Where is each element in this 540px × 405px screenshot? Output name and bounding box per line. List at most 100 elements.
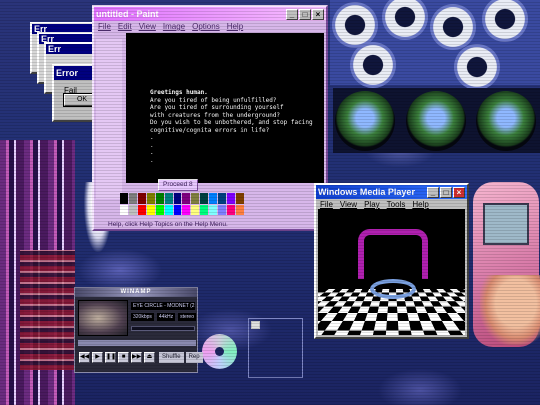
video-display[interactable] — [318, 209, 465, 335]
shuffle-button[interactable]: Shuffle — [159, 352, 184, 363]
media-player-titlebar: Windows Media Player _ □ × — [316, 185, 467, 199]
bitrate-display: 320kbps — [131, 313, 154, 321]
terminal-line: with creatures from the underground? — [150, 111, 281, 119]
orb-thumbnail — [335, 91, 395, 151]
error-title: Error — [56, 68, 79, 78]
palette-swatch[interactable] — [218, 193, 227, 204]
media-player-window: Windows Media Player _ □ × File View Pla… — [314, 183, 469, 339]
terminal-line: Are you tired of being unfulfilled? — [150, 96, 277, 104]
minimize-icon[interactable]: _ — [286, 8, 298, 20]
paint-toolbox[interactable] — [96, 39, 122, 199]
paint-status-bar: Help, click Help Topics on the Help Menu… — [108, 221, 228, 228]
menu-image[interactable]: Image — [163, 22, 185, 31]
minimize-icon[interactable]: _ — [427, 186, 439, 198]
menu-play[interactable]: Play — [364, 200, 380, 209]
palette-swatch[interactable] — [164, 193, 173, 204]
previous-icon[interactable]: ◀◀ — [79, 352, 90, 363]
palette-swatch[interactable] — [155, 193, 164, 204]
play-icon[interactable]: ▶ — [92, 352, 103, 363]
menu-view[interactable]: View — [139, 22, 156, 31]
daisy-eye-image — [382, 0, 428, 40]
eject-icon[interactable]: ⏏ — [144, 352, 155, 363]
purple-arch-image — [358, 229, 428, 279]
palette-swatch[interactable] — [200, 193, 209, 204]
error-ghost-title: Err — [48, 44, 62, 54]
palette-swatch[interactable] — [236, 193, 244, 204]
terminal-line: Are you tired of surrounding yourself — [150, 104, 284, 111]
close-icon[interactable]: × — [453, 186, 465, 198]
orb-thumbnail — [406, 91, 466, 151]
menu-options[interactable]: Options — [192, 22, 220, 31]
winamp-visualizer — [78, 300, 128, 336]
palette-swatch[interactable] — [191, 193, 200, 204]
daisy-eye-image — [482, 0, 528, 42]
media-player-title: Windows Media Player — [318, 187, 415, 197]
broken-image-placeholder — [248, 318, 303, 378]
palette-swatch[interactable] — [120, 193, 128, 204]
palette-swatch[interactable] — [137, 193, 146, 204]
palette-swatch[interactable] — [137, 204, 146, 215]
pause-icon[interactable]: ❚❚ — [105, 352, 116, 363]
seek-bar[interactable] — [131, 326, 195, 331]
daisy-eye-image — [454, 44, 500, 90]
palette-swatch[interactable] — [227, 204, 236, 215]
terminal-line: . — [150, 141, 154, 149]
cd-disc-icon[interactable] — [202, 334, 237, 369]
menu-view[interactable]: View — [340, 200, 357, 209]
terminal-line: cognitive/cognita errors in life? — [150, 126, 270, 134]
paint-canvas[interactable]: Greetings human. Are you tired of being u… — [126, 33, 324, 183]
menu-file[interactable]: File — [98, 22, 111, 31]
stop-icon[interactable]: ■ — [118, 352, 129, 363]
close-icon[interactable]: × — [312, 8, 324, 20]
next-icon[interactable]: ▶▶ — [131, 352, 142, 363]
palette-swatch[interactable] — [173, 204, 182, 215]
color-palette[interactable] — [120, 193, 244, 215]
menu-help[interactable]: Help — [227, 22, 243, 31]
maximize-icon[interactable]: □ — [440, 186, 452, 198]
volume-bar[interactable] — [78, 340, 196, 346]
winamp-titlebar[interactable]: WINAMP — [75, 288, 197, 297]
paint-title: untitled - Paint — [96, 9, 159, 19]
palette-swatch[interactable] — [146, 204, 155, 215]
hand-image — [480, 275, 540, 345]
menu-help[interactable]: Help — [412, 200, 428, 209]
orb-thumbnail-strip — [333, 88, 540, 153]
winamp-toggles: Shuffle Rep — [159, 352, 203, 363]
palette-swatch[interactable] — [209, 193, 218, 204]
palette-swatch[interactable] — [236, 204, 244, 215]
winamp-window: WINAMP EYE CIRCLE - MODNET (2:5 320kbps … — [74, 287, 203, 373]
glitch-art-overlay — [20, 250, 75, 370]
terminal-line: Greetings human. — [150, 89, 208, 96]
palette-swatch[interactable] — [120, 204, 128, 215]
palette-swatch[interactable] — [209, 204, 218, 215]
track-title-display: EYE CIRCLE - MODNET (2:5 — [131, 302, 195, 310]
menu-tools[interactable]: Tools — [387, 200, 406, 209]
paint-window: untitled - Paint _ □ × File Edit View Im… — [92, 5, 328, 231]
palette-swatch[interactable] — [182, 204, 191, 215]
menu-edit[interactable]: Edit — [118, 22, 132, 31]
phone-screen-image — [483, 203, 529, 245]
winamp-info: 320kbps 44kHz stereo — [131, 313, 196, 321]
repeat-button[interactable]: Rep — [185, 352, 203, 363]
proceed-button[interactable]: Proceed 8 — [158, 179, 198, 191]
palette-swatch[interactable] — [227, 193, 236, 204]
palette-swatch[interactable] — [200, 204, 209, 215]
palette-swatch[interactable] — [182, 193, 191, 204]
daisy-eye-image — [430, 4, 476, 50]
palette-swatch[interactable] — [146, 193, 155, 204]
daisy-eye-image — [350, 42, 396, 88]
palette-swatch[interactable] — [218, 204, 227, 215]
palette-swatch[interactable] — [155, 204, 164, 215]
palette-swatch[interactable] — [164, 204, 173, 215]
palette-swatch[interactable] — [191, 204, 200, 215]
menu-file[interactable]: File — [320, 200, 333, 209]
maximize-icon[interactable]: □ — [299, 8, 311, 20]
mode-display: stereo — [178, 313, 196, 321]
palette-swatch[interactable] — [128, 193, 137, 204]
terminal-line: Do you wish to be unbothered, and stop f… — [150, 119, 313, 126]
daisy-wallpaper-image — [330, 0, 540, 90]
palette-swatch[interactable] — [173, 193, 182, 204]
palette-swatch[interactable] — [128, 204, 137, 215]
terminal-line: . — [150, 134, 154, 141]
transport-controls: ◀◀ ▶ ❚❚ ■ ▶▶ ⏏ — [79, 352, 155, 363]
